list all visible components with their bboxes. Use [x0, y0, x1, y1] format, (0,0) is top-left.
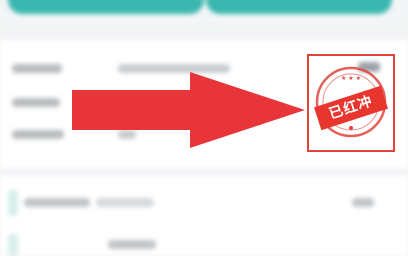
svg-text:★ ★ ★: ★ ★ ★	[341, 75, 361, 82]
